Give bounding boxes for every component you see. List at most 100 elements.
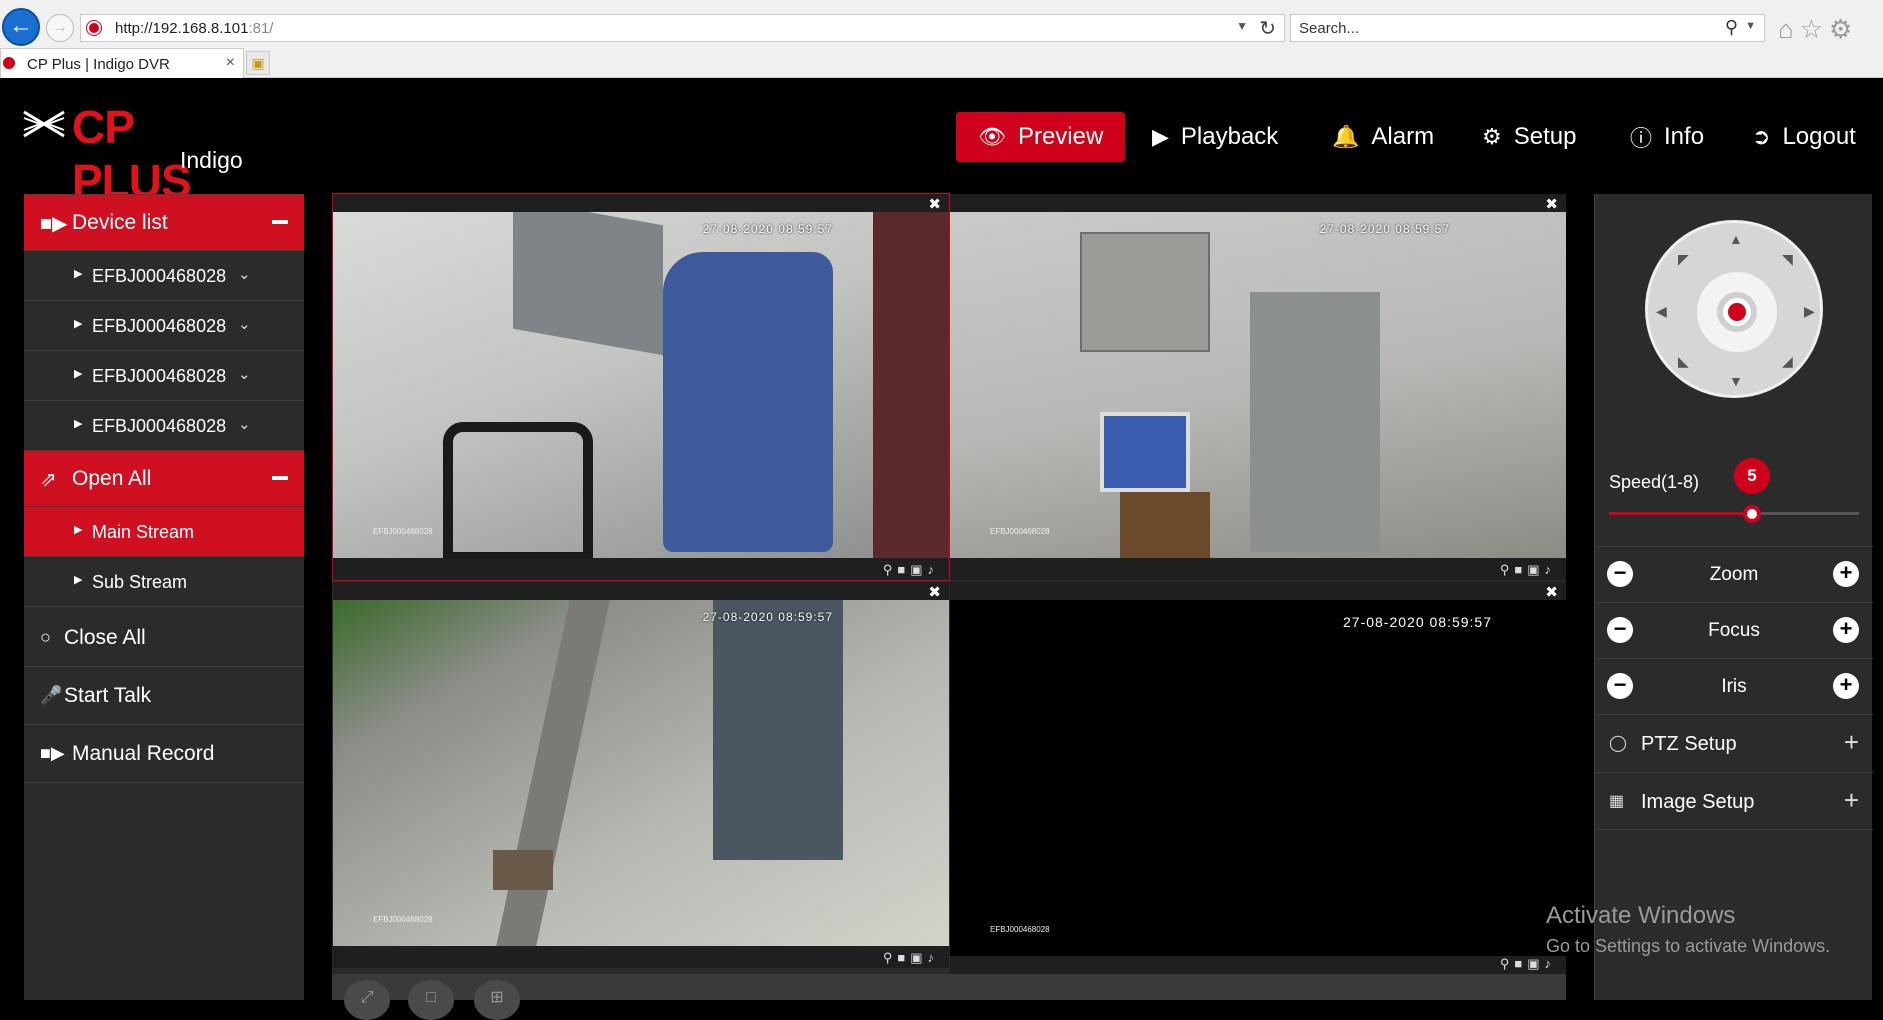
search-icon[interactable]: ⚲ [1725, 17, 1738, 38]
camera-id: EFBJ000468028 [373, 915, 433, 924]
eye-icon: 👁 [978, 124, 1006, 149]
ptz-direction-pad[interactable]: ▲ ▼ ◀ ▶ ◤ ◥ ◣ ◢ [1645, 220, 1823, 398]
camera-feed[interactable]: 27-08-2020 08:59:57 EFBJ000468028 [333, 212, 949, 558]
start-talk-button[interactable]: 🎤 Start Talk [24, 667, 304, 725]
collapse-minus-icon[interactable] [272, 220, 288, 224]
audio-icon[interactable]: ♪ [1545, 562, 1557, 577]
record-icon[interactable]: ■ [897, 562, 910, 577]
fullscreen-icon[interactable]: ⤢ [344, 980, 390, 1020]
expand-plus-icon[interactable]: + [1844, 785, 1859, 816]
arrow-down-right-icon[interactable]: ◢ [1782, 353, 1793, 370]
search-placeholder[interactable]: Search... [1299, 20, 1359, 37]
back-button[interactable]: ← [2, 8, 40, 46]
speed-slider-handle[interactable] [1743, 505, 1761, 523]
image-setup-row[interactable]: ▦ Image Setup + [1595, 772, 1873, 830]
zoom-icon[interactable]: ⚲ [883, 950, 898, 965]
snapshot-camera-icon[interactable]: ▣ [1527, 562, 1544, 577]
zoom-icon[interactable]: ⚲ [883, 562, 898, 577]
audio-icon[interactable]: ♪ [928, 950, 940, 965]
ptz-panel: ▲ ▼ ◀ ▶ ◤ ◥ ◣ ◢ Speed(1-8) 5 − Zoom + − … [1594, 194, 1873, 1000]
sub-stream-item[interactable]: ▶ Sub Stream [24, 557, 304, 607]
browser-tab[interactable]: CP Plus | Indigo DVR × [0, 48, 244, 78]
record-icon[interactable]: ■ [1514, 956, 1527, 971]
iris-plus-button[interactable]: + [1833, 673, 1859, 699]
nav-info[interactable]: ⓘ Info [1608, 112, 1726, 162]
address-url[interactable]: http://192.168.8.101:81/ [115, 20, 273, 37]
home-icon[interactable]: ⌂ [1778, 14, 1800, 44]
camera-scene-object [496, 600, 610, 946]
collapse-minus-icon[interactable] [272, 476, 288, 480]
nav-playback[interactable]: ▶ Playback [1130, 112, 1300, 162]
chevron-down-icon[interactable]: ⌄ [238, 265, 251, 283]
device-item[interactable]: ▶ EFBJ000468028 ⌄ [24, 401, 304, 451]
nav-logout[interactable]: ➲ Logout [1730, 112, 1878, 162]
close-all-button[interactable]: ○ Close All [24, 609, 304, 667]
search-dropdown-icon[interactable]: ▼ [1745, 20, 1756, 32]
video-cell[interactable]: ✖ 27-08-2020 08:59:57 EFBJ000468028 ⚲■▣♪ [950, 582, 1566, 974]
audio-icon[interactable]: ♪ [1545, 956, 1557, 971]
focus-plus-button[interactable]: + [1833, 617, 1859, 643]
arrow-right-icon[interactable]: ▶ [1804, 303, 1815, 320]
activate-windows-title: Activate Windows [1546, 902, 1736, 929]
chevron-down-icon[interactable]: ⌄ [238, 415, 251, 433]
tab-close-icon[interactable]: × [226, 54, 235, 72]
nav-alarm[interactable]: 🔔 Alarm [1310, 112, 1456, 162]
audio-icon[interactable]: ♪ [928, 562, 940, 577]
record-icon[interactable]: ■ [1514, 562, 1527, 577]
speed-slider[interactable] [1609, 505, 1859, 523]
main-stream-item[interactable]: ▶ Main Stream [24, 507, 304, 557]
zoom-icon[interactable]: ⚲ [1500, 956, 1515, 971]
zoom-control: − Zoom + [1595, 546, 1873, 602]
device-list-header[interactable]: ■▶ Device list [24, 195, 304, 251]
ptz-center-button[interactable] [1717, 292, 1757, 332]
open-all-header[interactable]: ⇗ Open All [24, 451, 304, 507]
layout-single-icon[interactable]: □ [408, 980, 454, 1020]
zoom-in-button[interactable]: + [1833, 561, 1859, 587]
ptz-setup-row[interactable]: ◯ PTZ Setup + [1595, 714, 1873, 772]
settings-gear-icon[interactable]: ⚙ [1829, 14, 1858, 44]
camera-feed[interactable]: 27-08-2020 08:59:57 EFBJ000468028 [333, 600, 949, 946]
expand-plus-icon[interactable]: + [1844, 727, 1859, 758]
arrow-up-right-icon[interactable]: ◥ [1782, 251, 1793, 268]
arrow-up-left-icon[interactable]: ◤ [1678, 251, 1689, 268]
video-cell[interactable]: ✖ 27-08-2020 08:59:57 EFBJ000468028 ⚲■▣♪ [950, 194, 1566, 580]
close-icon[interactable]: ✖ [1545, 583, 1558, 601]
video-cell[interactable]: ✖ 27-08-2020 08:59:57 EFBJ000468028 ⚲■▣♪ [332, 193, 950, 581]
device-item[interactable]: ▶ EFBJ000468028 ⌄ [24, 351, 304, 401]
cell-toolbar: ⚲■▣♪ [883, 950, 939, 966]
snapshot-camera-icon[interactable]: ▣ [910, 950, 927, 965]
device-item[interactable]: ▶ EFBJ000468028 ⌄ [24, 251, 304, 301]
refresh-icon[interactable]: ↻ [1259, 16, 1276, 41]
close-icon[interactable]: ✖ [928, 195, 941, 213]
snapshot-camera-icon[interactable]: ▣ [910, 562, 927, 577]
address-bar[interactable]: http://192.168.8.101:81/ ▼ ↻ [80, 14, 1285, 42]
arrow-up-icon[interactable]: ▲ [1729, 231, 1743, 247]
arrow-left-icon[interactable]: ◀ [1656, 303, 1667, 320]
snapshot-camera-icon[interactable]: ▣ [1527, 956, 1544, 971]
browser-search-box[interactable]: Search... ⚲ ▼ [1290, 14, 1765, 42]
image-setup-label: Image Setup [1641, 791, 1755, 813]
layout-quad-icon[interactable]: ⊞ [474, 980, 520, 1020]
chevron-down-icon[interactable]: ⌄ [238, 315, 251, 333]
close-icon[interactable]: ✖ [928, 583, 941, 601]
new-tab-button[interactable]: ▣ [246, 51, 270, 75]
nav-preview[interactable]: 👁 Preview [956, 112, 1126, 162]
chevron-down-icon[interactable]: ⌄ [238, 365, 251, 383]
external-link-icon: ⇗ [40, 469, 57, 491]
device-item[interactable]: ▶ EFBJ000468028 ⌄ [24, 301, 304, 351]
speed-slider-fill [1609, 512, 1752, 515]
record-icon[interactable]: ■ [897, 950, 910, 965]
video-cell[interactable]: ✖ 27-08-2020 08:59:57 EFBJ000468028 ⚲■▣♪ [333, 582, 949, 968]
nav-setup[interactable]: ⚙ Setup [1460, 112, 1598, 162]
camera-feed[interactable]: 27-08-2020 08:59:57 EFBJ000468028 [950, 212, 1566, 558]
forward-button[interactable]: → [46, 14, 74, 42]
manual-record-button[interactable]: ■▶ Manual Record [24, 725, 304, 783]
favorites-star-icon[interactable]: ☆ [1800, 14, 1829, 44]
close-icon[interactable]: ✖ [1545, 195, 1558, 213]
address-dropdown-icon[interactable]: ▼ [1236, 19, 1248, 33]
camera-feed[interactable]: 27-08-2020 08:59:57 EFBJ000468028 [950, 600, 1566, 956]
circle-outline-icon: ○ [40, 627, 51, 647]
zoom-icon[interactable]: ⚲ [1500, 562, 1515, 577]
arrow-down-icon[interactable]: ▼ [1729, 373, 1743, 389]
arrow-down-left-icon[interactable]: ◣ [1678, 353, 1689, 370]
